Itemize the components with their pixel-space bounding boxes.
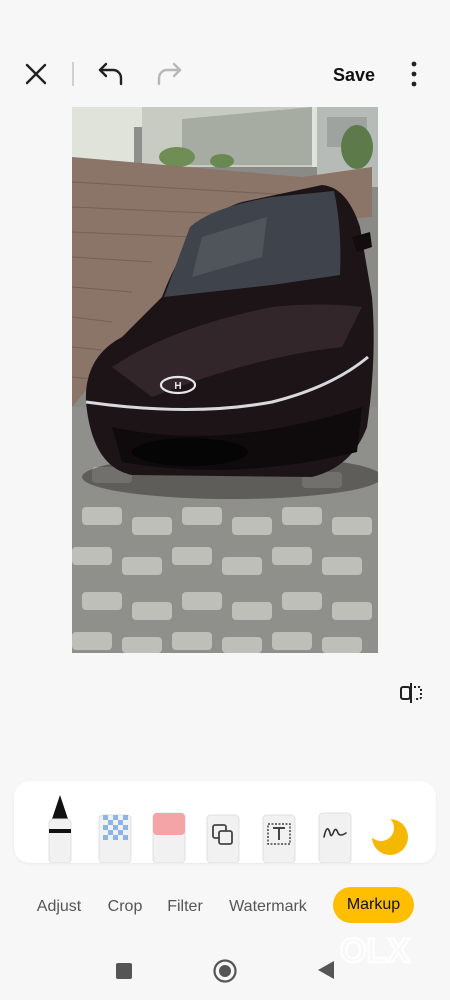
tab-filter[interactable]: Filter xyxy=(162,895,208,919)
undo-icon xyxy=(98,62,123,86)
undo-button[interactable] xyxy=(94,58,128,90)
recents-button[interactable] xyxy=(112,960,136,982)
car-badge-text: H xyxy=(174,381,181,392)
more-vertical-icon xyxy=(411,61,417,87)
pen-tool-icon[interactable] xyxy=(46,793,74,863)
save-button[interactable]: Save xyxy=(326,62,382,88)
compare-icon xyxy=(400,683,422,703)
close-button[interactable] xyxy=(20,58,52,90)
signature-tool-icon[interactable] xyxy=(318,811,352,863)
redo-icon xyxy=(157,62,182,86)
tab-watermark[interactable]: Watermark xyxy=(224,895,312,919)
redo-button[interactable] xyxy=(152,58,186,90)
more-options-button[interactable] xyxy=(400,58,428,90)
markup-tool-tray xyxy=(14,781,436,863)
tab-adjust[interactable]: Adjust xyxy=(30,895,88,919)
home-button[interactable] xyxy=(211,957,239,985)
color-picker-icon[interactable] xyxy=(370,817,410,857)
eraser-tool-icon[interactable] xyxy=(152,811,186,863)
home-circle-icon xyxy=(213,959,237,983)
edited-photo[interactable]: H xyxy=(72,107,378,653)
toolbar-divider xyxy=(72,62,74,86)
car-photo: H xyxy=(72,107,378,653)
tab-markup[interactable]: Markup xyxy=(333,887,414,923)
svg-text:OLX: OLX xyxy=(340,932,410,970)
compare-button[interactable] xyxy=(396,678,426,708)
close-icon xyxy=(25,63,47,85)
mosaic-tool-icon[interactable] xyxy=(98,811,132,863)
text-tool-icon[interactable] xyxy=(262,813,296,863)
back-triangle-icon xyxy=(318,961,334,979)
recents-square-icon xyxy=(116,963,132,979)
tab-crop[interactable]: Crop xyxy=(102,895,148,919)
olx-watermark-logo: OLX xyxy=(339,931,412,972)
shape-tool-icon[interactable] xyxy=(206,813,240,863)
